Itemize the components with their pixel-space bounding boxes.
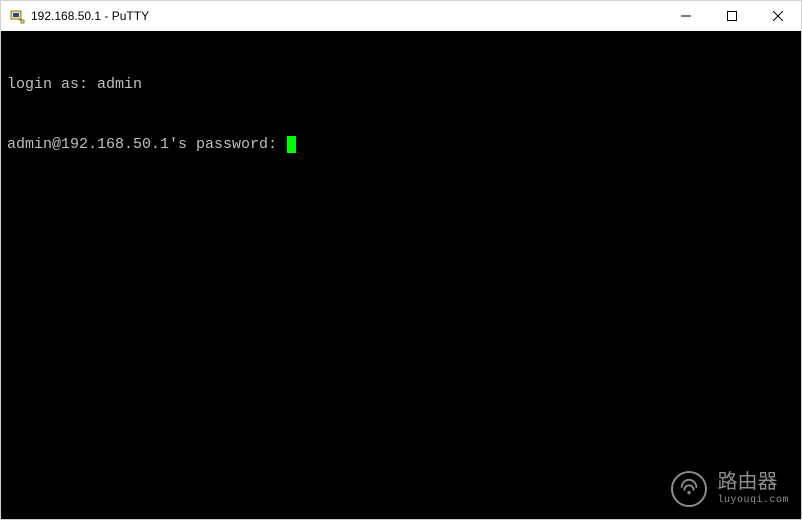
titlebar: 192.168.50.1 - PuTTY <box>1 1 801 31</box>
terminal-cursor <box>287 136 296 153</box>
terminal-line-login: login as: admin <box>7 75 795 95</box>
router-icon <box>671 471 707 507</box>
terminal-line-password: admin@192.168.50.1's password: <box>7 135 795 155</box>
watermark-sub: luyouqi.com <box>717 495 789 506</box>
app-window: 192.168.50.1 - PuTTY login as: admin adm… <box>0 0 802 520</box>
terminal-area[interactable]: login as: admin admin@192.168.50.1's pas… <box>1 31 801 519</box>
watermark-text: 路由器 luyouqi.com <box>717 473 789 506</box>
maximize-button[interactable] <box>709 1 755 31</box>
close-button[interactable] <box>755 1 801 31</box>
watermark: 路由器 luyouqi.com <box>671 471 789 507</box>
watermark-label: 路由器 <box>717 473 789 495</box>
window-controls <box>663 1 801 31</box>
putty-icon <box>9 8 25 24</box>
window-title: 192.168.50.1 - PuTTY <box>31 9 149 23</box>
minimize-button[interactable] <box>663 1 709 31</box>
terminal-password-prompt: admin@192.168.50.1's password: <box>7 136 286 153</box>
